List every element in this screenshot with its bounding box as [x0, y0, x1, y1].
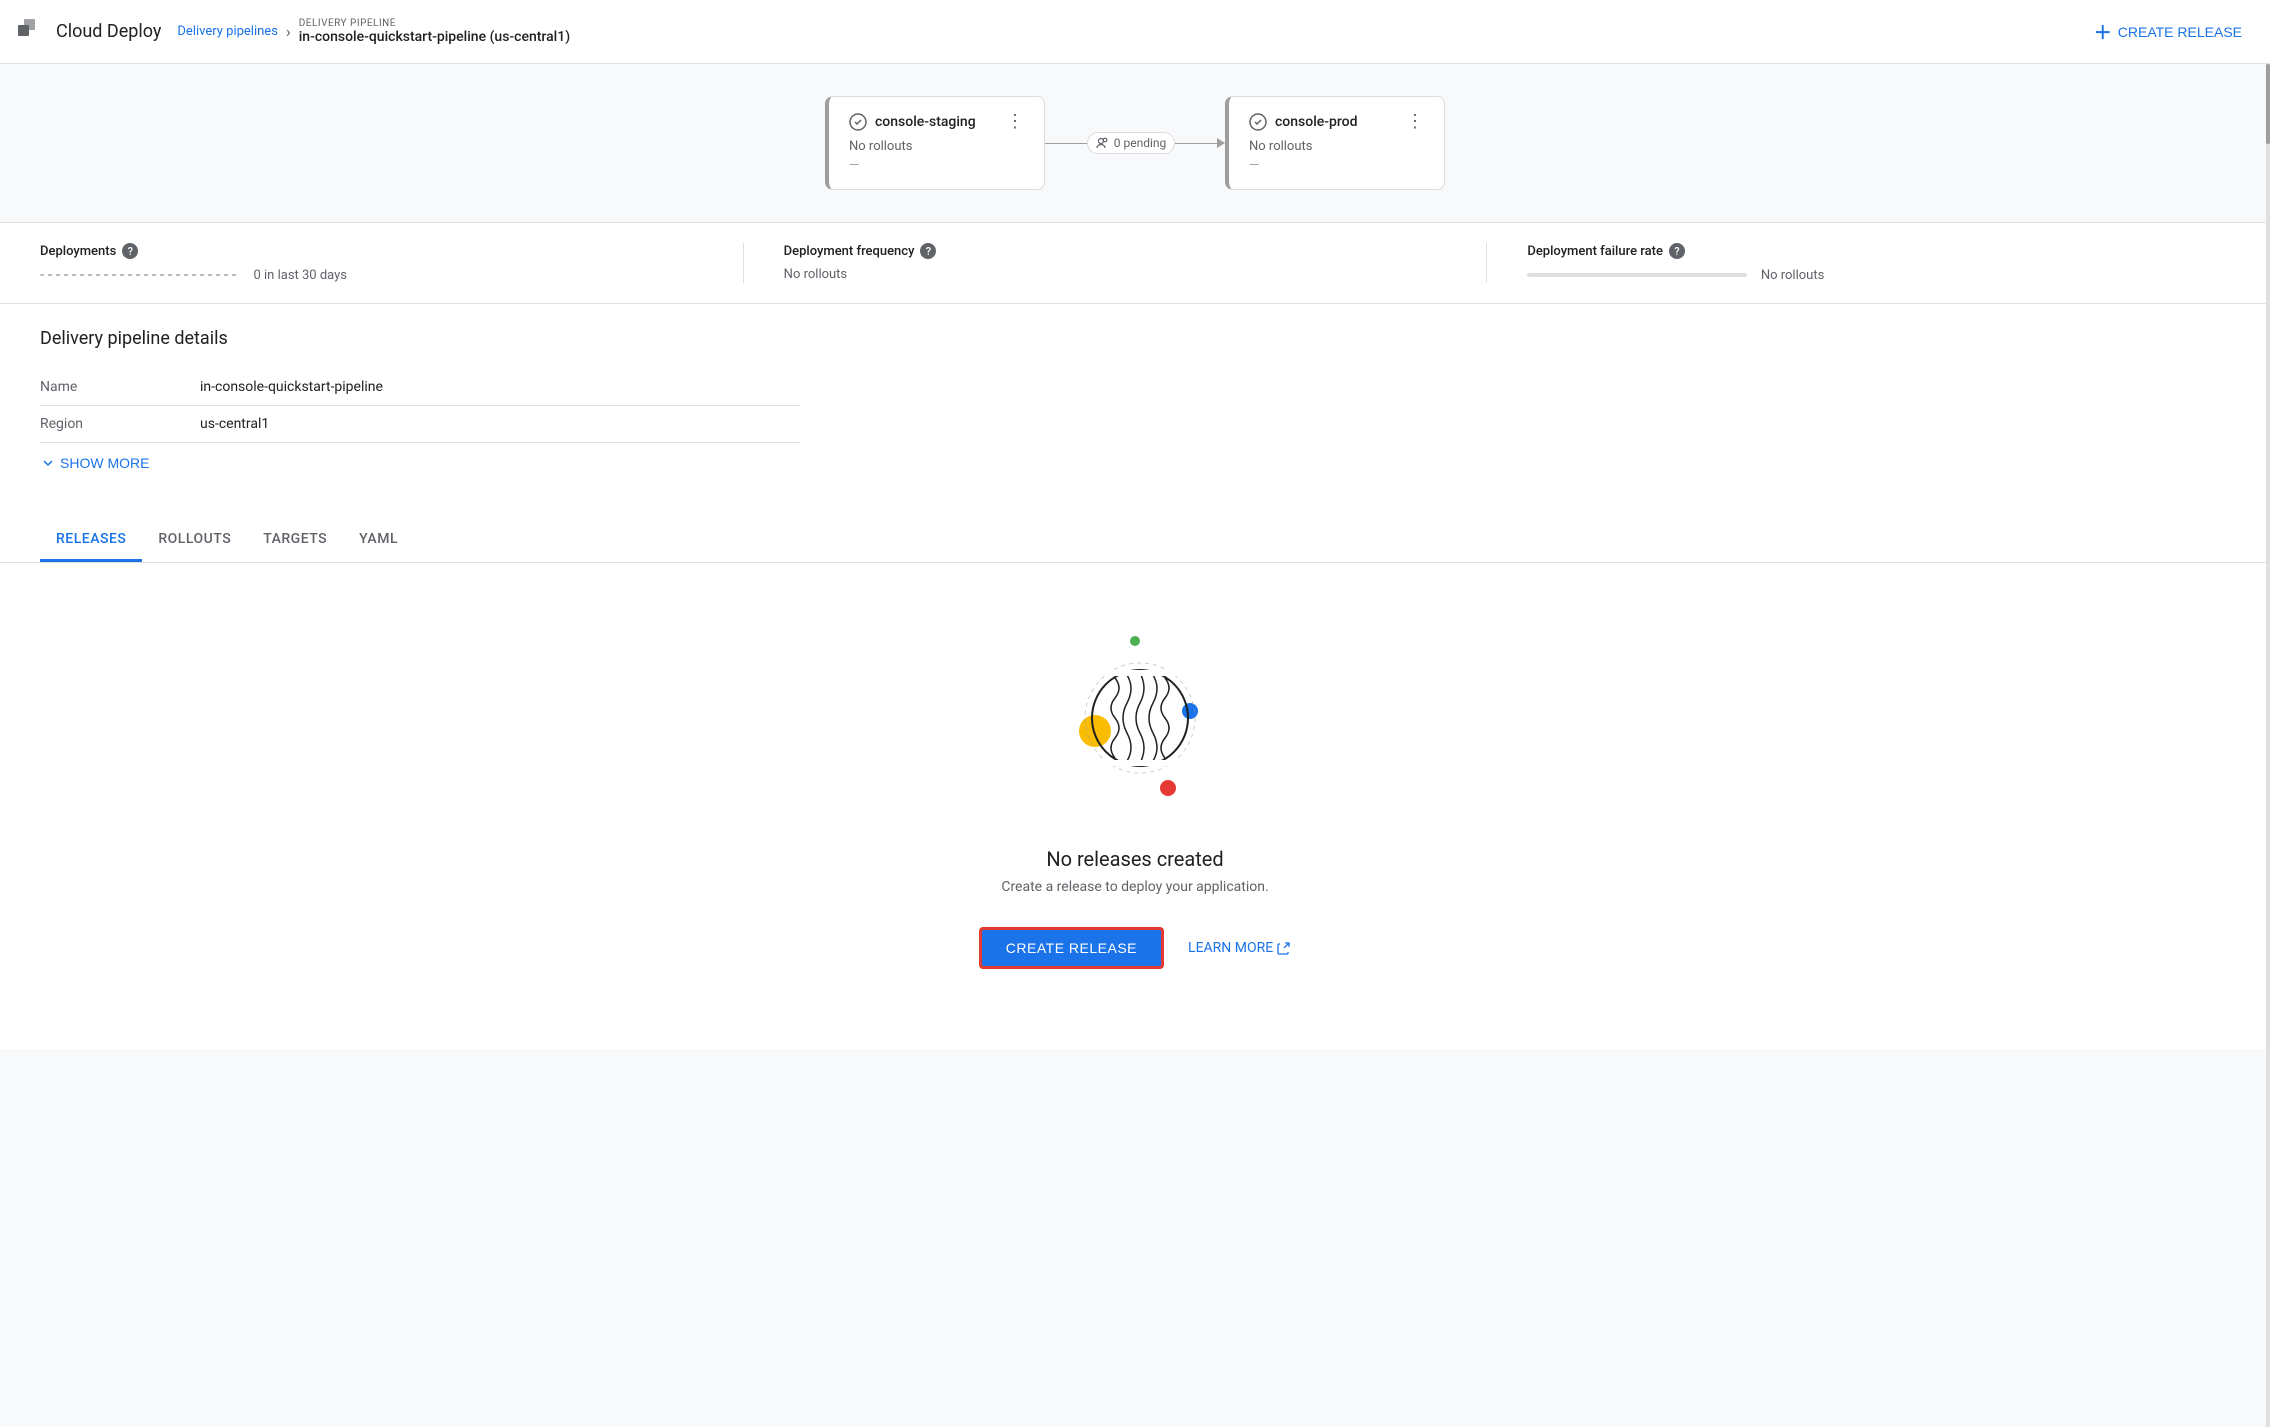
stage-name-staging: console-staging	[875, 114, 976, 130]
stage-icon-prod	[1249, 113, 1267, 131]
metric-failure-header: Deployment failure rate ?	[1527, 243, 2190, 259]
pipeline-section: console-staging ⋮ No rollouts — 0 pendin…	[0, 64, 2270, 223]
show-more-label: SHOW MORE	[60, 455, 149, 471]
breadcrumb-separator: ›	[286, 22, 291, 41]
tabs-container: RELEASES ROLLOUTS TARGETS YAML	[0, 519, 2270, 562]
pipeline-stage-staging: console-staging ⋮ No rollouts —	[825, 96, 1045, 190]
details-key-region: Region	[40, 406, 200, 443]
app-name: Cloud Deploy	[56, 21, 161, 42]
connector-line-right	[1175, 143, 1217, 144]
stage-header-prod: console-prod ⋮	[1249, 113, 1424, 131]
connector-badge: 0 pending	[1087, 132, 1176, 154]
show-more-button[interactable]: SHOW MORE	[40, 447, 149, 479]
details-table: Name in-console-quickstart-pipeline Regi…	[40, 369, 800, 443]
pipeline-diagram: console-staging ⋮ No rollouts — 0 pendin…	[40, 96, 2230, 190]
tab-targets[interactable]: TARGETS	[247, 519, 343, 562]
metric-failure-value: No rollouts	[1527, 267, 2190, 283]
metric-frequency: Deployment frequency ? No rollouts	[784, 243, 1488, 283]
connector-pending-label: 0 pending	[1114, 136, 1167, 150]
tab-rollouts[interactable]: ROLLOUTS	[142, 519, 247, 562]
details-row-region: Region us-central1	[40, 406, 800, 443]
create-release-header-label: CREATE RELEASE	[2118, 24, 2242, 40]
details-key-name: Name	[40, 369, 200, 406]
empty-state: No releases created Create a release to …	[0, 563, 2270, 1049]
details-value-region: us-central1	[200, 406, 800, 443]
scrollbar[interactable]	[2266, 64, 2270, 1427]
pipeline-label: DELIVERY PIPELINE	[299, 18, 570, 29]
breadcrumb: Delivery pipelines › DELIVERY PIPELINE i…	[177, 18, 2065, 45]
deployments-bar	[40, 274, 240, 276]
learn-more-label: LEARN MORE	[1188, 940, 1273, 956]
scrollbar-thumb[interactable]	[2266, 64, 2270, 144]
pipeline-connector: 0 pending	[1045, 132, 1225, 154]
learn-more-link[interactable]: LEARN MORE	[1188, 940, 1291, 956]
metric-failure-label: Deployment failure rate	[1527, 244, 1663, 259]
connector-line-left	[1045, 143, 1087, 144]
stage-dash-prod: —	[1249, 158, 1424, 173]
chevron-down-icon	[40, 455, 56, 471]
frequency-help-icon[interactable]: ?	[920, 243, 936, 259]
stage-icon-staging	[849, 113, 867, 131]
create-release-header-button[interactable]: ＋ CREATE RELEASE	[2082, 11, 2254, 53]
empty-subtitle: Create a release to deploy your applicat…	[1001, 879, 1268, 895]
details-value-name: in-console-quickstart-pipeline	[200, 369, 800, 406]
tabs-section: RELEASES ROLLOUTS TARGETS YAML	[0, 519, 2270, 563]
arrow-right-icon	[1217, 138, 1225, 148]
add-icon: ＋	[2094, 19, 2112, 45]
details-section: Delivery pipeline details Name in-consol…	[0, 304, 2270, 519]
metric-frequency-header: Deployment frequency ?	[784, 243, 1447, 259]
failure-bar	[1527, 273, 1747, 277]
tab-yaml[interactable]: YAML	[343, 519, 414, 562]
cloud-deploy-logo-icon	[16, 17, 46, 47]
empty-title: No releases created	[1046, 847, 1223, 871]
empty-state-svg	[1035, 623, 1235, 823]
stage-menu-prod[interactable]: ⋮	[1406, 113, 1424, 131]
tab-releases[interactable]: RELEASES	[40, 519, 142, 562]
details-row-name: Name in-console-quickstart-pipeline	[40, 369, 800, 406]
external-link-icon	[1277, 941, 1291, 955]
deployments-count: 0 in last 30 days	[253, 268, 347, 283]
breadcrumb-current: DELIVERY PIPELINE in-console-quickstart-…	[299, 18, 570, 45]
stage-rollouts-prod: No rollouts	[1249, 139, 1424, 154]
stage-menu-staging[interactable]: ⋮	[1006, 113, 1024, 131]
metric-frequency-value: No rollouts	[784, 267, 1447, 282]
stage-name-prod: console-prod	[1275, 114, 1358, 130]
metric-frequency-label: Deployment frequency	[784, 244, 915, 259]
metric-deployments: Deployments ? 0 in last 30 days	[40, 243, 744, 283]
metrics-section: Deployments ? 0 in last 30 days Deployme…	[0, 223, 2270, 304]
people-icon	[1096, 136, 1110, 150]
pipeline-stage-prod: console-prod ⋮ No rollouts —	[1225, 96, 1445, 190]
deployments-help-icon[interactable]: ?	[122, 243, 138, 259]
stage-name-row-staging: console-staging	[849, 113, 976, 131]
metric-deployments-value: 0 in last 30 days	[40, 267, 703, 283]
metric-deployments-label: Deployments	[40, 244, 116, 259]
create-release-main-button[interactable]: CREATE RELEASE	[979, 927, 1164, 969]
stage-rollouts-staging: No rollouts	[849, 139, 1024, 154]
failure-count: No rollouts	[1761, 268, 1824, 283]
stage-dash-staging: —	[849, 158, 1024, 173]
pipeline-name: in-console-quickstart-pipeline (us-centr…	[299, 29, 570, 45]
delivery-pipelines-link[interactable]: Delivery pipelines	[177, 24, 278, 39]
app-logo: Cloud Deploy	[16, 17, 161, 47]
metric-failure-rate: Deployment failure rate ? No rollouts	[1527, 243, 2230, 283]
failure-help-icon[interactable]: ?	[1669, 243, 1685, 259]
empty-illustration	[1035, 623, 1235, 823]
details-title: Delivery pipeline details	[40, 328, 2230, 349]
stage-header-staging: console-staging ⋮	[849, 113, 1024, 131]
empty-actions: CREATE RELEASE LEARN MORE	[979, 927, 1291, 969]
metric-deployments-header: Deployments ?	[40, 243, 703, 259]
app-header: Cloud Deploy Delivery pipelines › DELIVE…	[0, 0, 2270, 64]
stage-name-row-prod: console-prod	[1249, 113, 1358, 131]
